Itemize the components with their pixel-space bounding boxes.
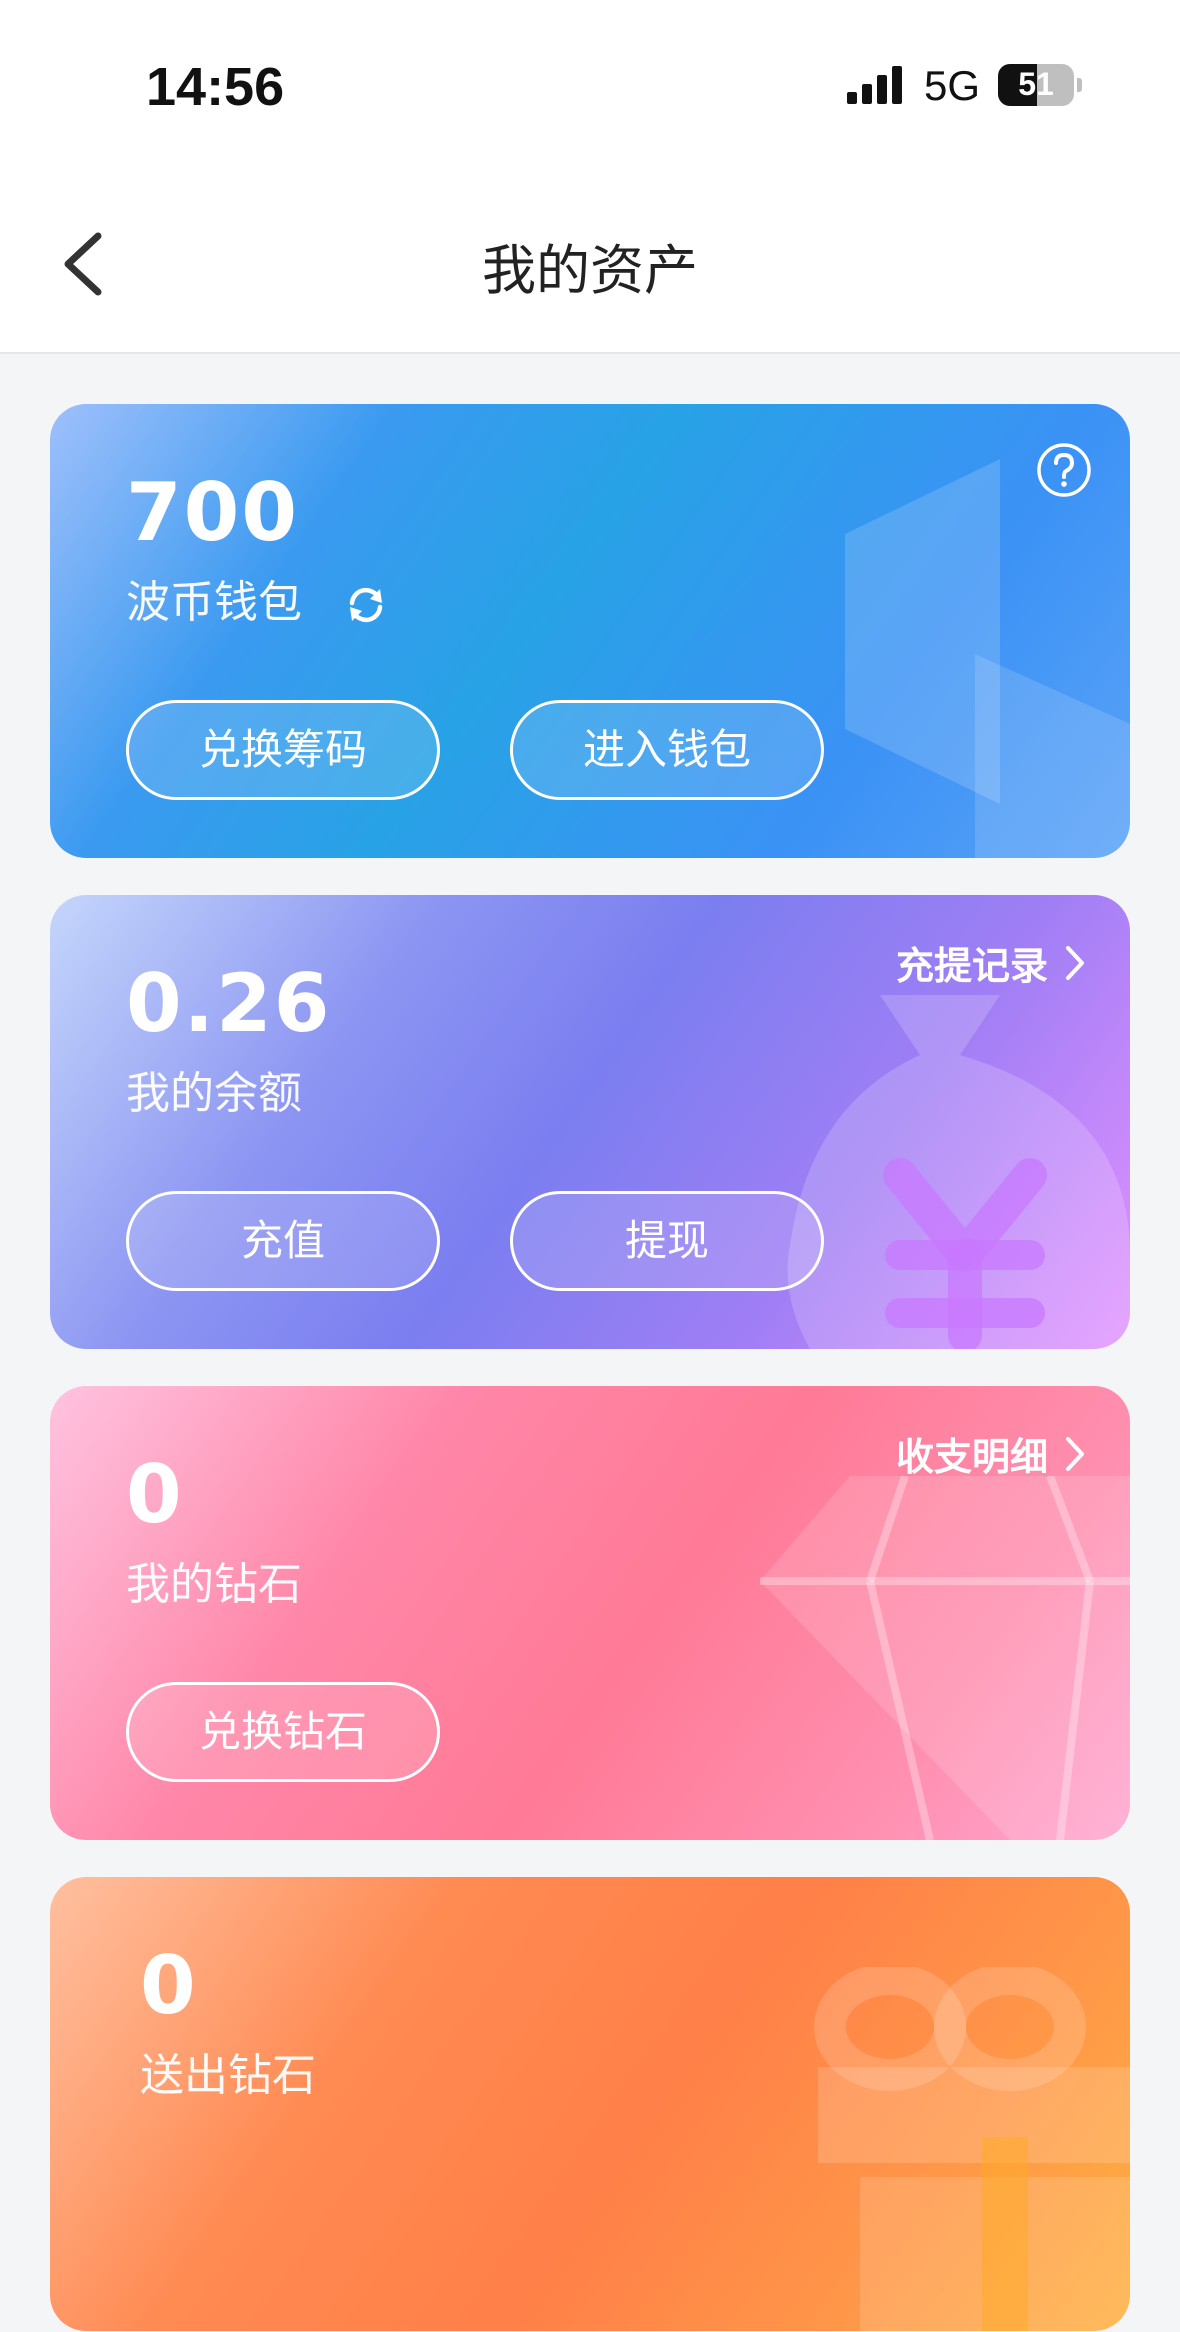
status-time: 14:56 [146, 57, 285, 117]
nav-bar: 我的资产 [0, 180, 1180, 354]
refresh-icon[interactable] [342, 581, 390, 629]
recharge-records-label: 充提记录 [895, 944, 1048, 988]
balance-card: 充提记录 0.26 我的余额 充值 提现 [50, 895, 1130, 1349]
diamond-card: 收支明细 0 我的钻石 兑换钻石 [50, 1386, 1130, 1840]
chevron-right-icon [1066, 945, 1084, 980]
income-expense-details-link[interactable]: 收支明细 [896, 1426, 1086, 1481]
wallet-label: 波币钱包 [126, 577, 302, 628]
withdraw-button[interactable]: 提现 [510, 1191, 824, 1291]
status-bar: 14:56 5G 51 [0, 0, 1180, 180]
battery-icon: 51 [998, 64, 1074, 106]
balance-value: 0.26 [126, 957, 332, 1050]
enter-wallet-button[interactable]: 进入钱包 [510, 700, 824, 800]
recharge-button[interactable]: 充值 [126, 1191, 440, 1291]
network-type: 5G [924, 62, 981, 109]
signal-icon [847, 66, 902, 104]
balance-label: 我的余额 [126, 1068, 302, 1119]
gift-deco-icon [814, 1967, 1130, 2331]
battery-level: 51 [1018, 66, 1054, 102]
recharge-withdraw-records-link[interactable]: 充提记录 [896, 935, 1086, 990]
diamond-label: 我的钻石 [126, 1559, 302, 1610]
details-label: 收支明细 [895, 1435, 1048, 1479]
diamond-deco-icon [760, 1476, 1130, 1840]
money-bag-icon [787, 995, 1130, 1349]
exchange-diamonds-button[interactable]: 兑换钻石 [126, 1682, 440, 1782]
battery-tip [1077, 78, 1082, 92]
wallet-balance-value: 700 [126, 466, 299, 559]
chevron-right-icon [1066, 1436, 1084, 1471]
sent-diamonds-label: 送出钻石 [140, 2050, 316, 2101]
page-title: 我的资产 [482, 239, 698, 302]
diamond-value: 0 [126, 1448, 184, 1541]
wallet-card: 700 波币钱包 兑换筹码 进入钱包 [50, 404, 1130, 858]
wallet-label-row: 波币钱包 [126, 566, 390, 630]
sent-diamonds-value: 0 [140, 1939, 198, 2032]
sent-diamonds-card: 0 送出钻石 [50, 1877, 1130, 2331]
help-icon[interactable] [1036, 442, 1092, 498]
exchange-chips-button[interactable]: 兑换筹码 [126, 700, 440, 800]
